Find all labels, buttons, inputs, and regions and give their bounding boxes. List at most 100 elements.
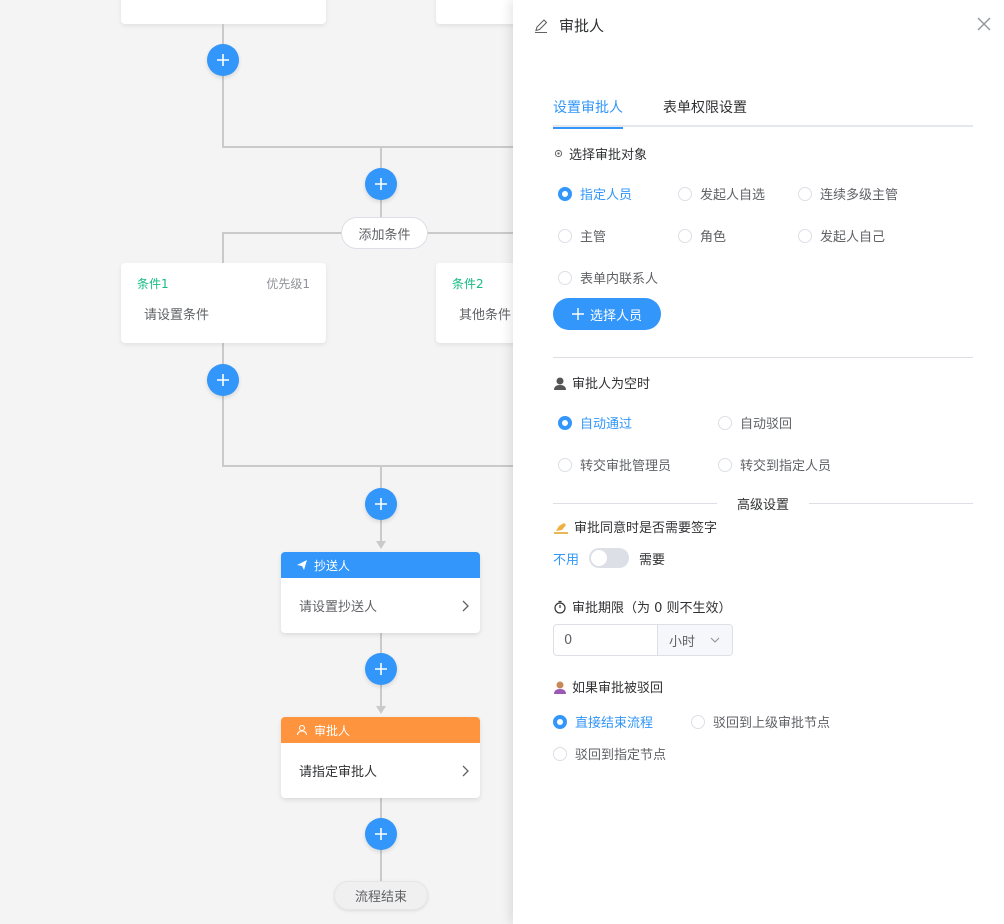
- radio-label: 指定人员: [580, 188, 633, 203]
- deadline-unit-label: 小时: [669, 634, 696, 650]
- empty-approver-title: 审批人为空时: [553, 373, 650, 392]
- tab-set-approver[interactable]: 设置审批人: [553, 96, 623, 129]
- connector-line: [222, 232, 224, 264]
- drawer-header: 审批人: [533, 15, 604, 36]
- signature-label: 审批同意时是否需要签字: [574, 521, 718, 536]
- condition-name: 条件1: [137, 277, 169, 291]
- chevron-right-icon: [462, 765, 469, 776]
- radio-designated-user[interactable]: 指定人员: [558, 184, 632, 203]
- drawer-title: 审批人: [559, 17, 605, 35]
- radio-dot: [678, 186, 692, 201]
- cc-node-body: 请设置抄送人: [299, 600, 378, 615]
- radio-form-contact[interactable]: 表单内联系人: [558, 268, 658, 287]
- add-node-button[interactable]: [207, 364, 239, 396]
- radio-multi-level-manager[interactable]: 连续多级主管: [798, 184, 898, 203]
- plus-icon: [217, 54, 229, 66]
- cc-node-header: 抄送人: [281, 552, 480, 578]
- rejected-label: 如果审批被驳回: [572, 681, 664, 696]
- radio-dot: [798, 186, 812, 201]
- signature-toggle[interactable]: [589, 548, 630, 568]
- drawer-tabs: 设置审批人 表单权限设置: [553, 96, 973, 129]
- radio-initiator-self[interactable]: 发起人自己: [798, 226, 885, 245]
- condition-card[interactable]: 条件2 其他条件: [436, 263, 513, 343]
- switch-off-label: 不用: [553, 552, 580, 568]
- radio-label: 直接结束流程: [575, 716, 654, 731]
- tab-form-permissions[interactable]: 表单权限设置: [663, 96, 747, 127]
- radio-label: 角色: [700, 230, 727, 245]
- deadline-control: 小时: [553, 624, 733, 656]
- radio-label: 自动驳回: [740, 417, 793, 432]
- select-users-label: 选择人员: [589, 308, 642, 324]
- connector-line: [222, 465, 513, 467]
- radio-label: 驳回到上级审批节点: [713, 716, 831, 731]
- flow-arrow: [376, 706, 386, 714]
- radio-transfer-admin[interactable]: 转交审批管理员: [558, 455, 671, 474]
- flow-end: 流程结束: [334, 881, 428, 910]
- radio-label: 转交到指定人员: [740, 459, 832, 474]
- radio-transfer-user[interactable]: 转交到指定人员: [718, 455, 831, 474]
- radio-label: 连续多级主管: [820, 188, 899, 203]
- branch-card-top-right[interactable]: [436, 0, 513, 24]
- radio-dot: [558, 270, 572, 285]
- radio-manager[interactable]: 主管: [558, 226, 606, 245]
- plus-icon: [375, 498, 387, 510]
- cc-node[interactable]: 抄送人 请设置抄送人: [281, 552, 480, 633]
- radio-role[interactable]: 角色: [678, 226, 726, 245]
- radio-end-flow[interactable]: 直接结束流程: [553, 712, 653, 731]
- radio-dot: [718, 415, 732, 430]
- chevron-down-icon: [710, 637, 720, 643]
- edit-icon: [535, 18, 548, 33]
- plus-icon: [571, 308, 584, 320]
- approver-settings-drawer: 审批人 设置审批人 表单权限设置 选择审批对象 指定人员 发起人自选 连续多级主…: [513, 0, 1004, 924]
- add-node-button[interactable]: [365, 653, 397, 685]
- radio-dot: [718, 457, 732, 472]
- add-node-button[interactable]: [365, 818, 397, 850]
- radio-label: 发起人自己: [820, 230, 886, 245]
- section-divider: [553, 357, 973, 358]
- rejected-title: 如果审批被驳回: [553, 677, 663, 696]
- person-shrug-icon: [554, 681, 566, 694]
- add-node-button[interactable]: [365, 168, 397, 200]
- radio-reject-to-node[interactable]: 驳回到指定节点: [553, 744, 666, 763]
- radio-dot: [553, 714, 567, 729]
- stopwatch-icon: [554, 600, 566, 614]
- radio-dot: [558, 228, 572, 243]
- empty-approver-label: 审批人为空时: [572, 377, 651, 392]
- plus-icon: [375, 178, 387, 190]
- approver-node-title: 审批人: [314, 723, 351, 738]
- radio-auto-reject[interactable]: 自动驳回: [718, 413, 792, 432]
- radio-reject-to-parent[interactable]: 驳回到上级审批节点: [691, 712, 830, 731]
- radio-dot: [798, 228, 812, 243]
- plus-icon: [375, 663, 387, 675]
- deadline-label: 审批期限（为 0 则不生效）: [572, 601, 732, 616]
- add-condition-button[interactable]: 添加条件: [341, 217, 428, 249]
- deadline-input[interactable]: [554, 625, 658, 655]
- signature-switch-row: 不用 需要: [553, 548, 665, 568]
- plus-icon: [217, 374, 229, 386]
- select-users-button[interactable]: 选择人员: [553, 298, 661, 330]
- close-icon[interactable]: [977, 17, 991, 31]
- advanced-divider: 高级设置: [553, 494, 973, 514]
- approver-node-header: 审批人: [281, 717, 480, 743]
- radio-label: 发起人自选: [700, 188, 766, 203]
- signing-hand-icon: [554, 522, 568, 534]
- radio-dot: [558, 415, 572, 430]
- add-node-button[interactable]: [365, 488, 397, 520]
- connector-line: [222, 24, 224, 148]
- approver-node[interactable]: 审批人 请指定审批人: [281, 717, 480, 798]
- chevron-right-icon: [462, 600, 469, 611]
- radio-label: 表单内联系人: [580, 272, 659, 287]
- approver-node-body: 请指定审批人: [299, 765, 378, 780]
- condition-priority: 优先级1: [266, 277, 310, 291]
- add-node-button[interactable]: [207, 44, 239, 76]
- select-target-label: 选择审批对象: [569, 148, 648, 163]
- radio-initiator-select[interactable]: 发起人自选: [678, 184, 765, 203]
- deadline-title: 审批期限（为 0 则不生效）: [553, 597, 732, 616]
- condition-name: 条件2: [452, 277, 484, 291]
- cc-node-title: 抄送人: [314, 558, 351, 573]
- condition-card[interactable]: 条件1 优先级1 请设置条件: [121, 263, 326, 343]
- branch-card-top-left[interactable]: [121, 0, 326, 24]
- radio-auto-approve[interactable]: 自动通过: [558, 413, 632, 432]
- switch-on-label: 需要: [639, 552, 666, 568]
- deadline-unit-select[interactable]: 小时: [658, 625, 732, 655]
